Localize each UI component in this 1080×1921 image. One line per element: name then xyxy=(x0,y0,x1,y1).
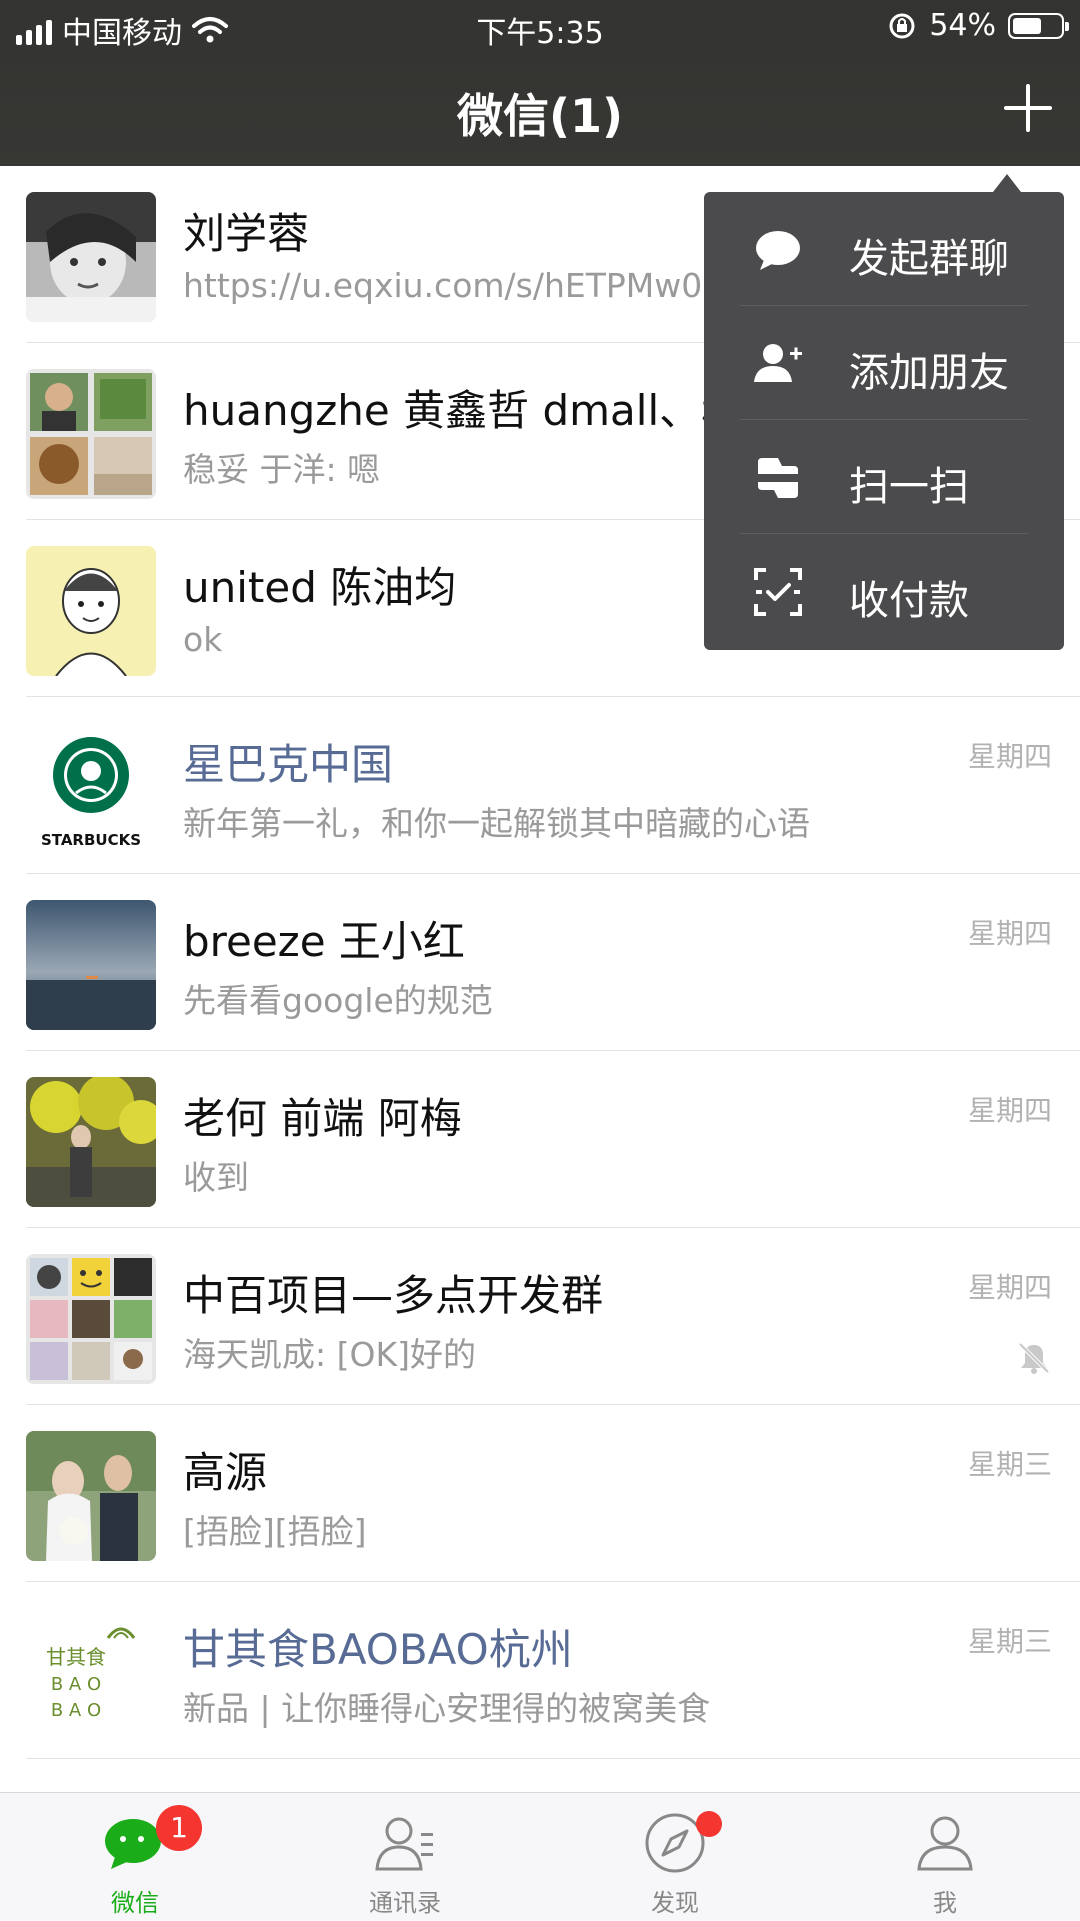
chat-name: huangzhe 黄鑫哲 dmall、稳 xyxy=(183,386,744,435)
chat-row[interactable]: 中百项目—多点开发群 海天凯成: [OK]好的 星期四 xyxy=(0,1228,1080,1405)
menu-item-label: 扫一扫 xyxy=(849,464,969,510)
status-bar: 中国移动 下午5:35 54% xyxy=(0,0,1080,54)
avatar xyxy=(26,900,156,1030)
status-right: 54% xyxy=(887,8,1069,43)
chat-name: 甘其食BAOBAO杭州 xyxy=(183,1625,573,1674)
plus-icon[interactable] xyxy=(996,76,1060,140)
chat-time: 星期四 xyxy=(967,740,1052,773)
scan-icon xyxy=(758,458,798,498)
chat-row[interactable]: 高源 [捂脸][捂脸] 星期三 xyxy=(0,1405,1080,1582)
baobao-logo-line-3: B A O xyxy=(51,1700,101,1721)
add-menu: 发起群聊 添加朋友 扫一扫 收付款 xyxy=(704,192,1064,650)
starbucks-logo-text: STARBUCKS xyxy=(41,831,141,849)
chat-preview: 收到 xyxy=(183,1158,249,1197)
baobao-logo-line-1: 甘其食 xyxy=(46,1645,106,1669)
chat-preview: ok xyxy=(183,620,223,659)
menu-item-label: 添加朋友 xyxy=(849,350,1009,396)
avatar xyxy=(26,1431,156,1561)
chat-time: 星期三 xyxy=(967,1448,1052,1481)
chat-preview: 新品 | 让你睡得心安理得的被窝美食 xyxy=(183,1689,711,1728)
chat-time: 星期三 xyxy=(967,1625,1052,1658)
menu-arrow xyxy=(993,174,1021,192)
menu-item-label: 发起群聊 xyxy=(849,236,1009,282)
battery-icon xyxy=(1008,12,1069,39)
page-title: 微信(1) xyxy=(456,89,624,143)
tab-discover[interactable]: 发现 xyxy=(540,1793,810,1921)
chat-row[interactable]: 老何 前端 阿梅 收到 星期四 xyxy=(0,1051,1080,1228)
chat-bubble-icon xyxy=(756,231,800,270)
chat-row[interactable]: 甘其食 B A O B A O 甘其食BAOBAO杭州 新品 | 让你睡得心安理… xyxy=(0,1582,1080,1759)
tab-me[interactable]: 我 xyxy=(810,1793,1080,1921)
tab-contacts[interactable]: 通讯录 xyxy=(270,1793,540,1921)
navigation-bar: 中国移动 下午5:35 54% 微信(1) xyxy=(0,0,1080,166)
payment-icon xyxy=(754,568,802,616)
menu-item-label: 收付款 xyxy=(849,578,969,624)
chat-preview: 海天凯成: [OK]好的 xyxy=(183,1335,476,1374)
chat-time: 星期四 xyxy=(967,1271,1052,1304)
menu-item-payment[interactable]: 收付款 xyxy=(704,534,1064,647)
chat-name: breeze 王小红 xyxy=(183,917,465,966)
person-icon xyxy=(917,1816,973,1871)
chat-time: 星期四 xyxy=(967,917,1052,950)
tab-label: 发现 xyxy=(651,1889,699,1917)
group-avatar xyxy=(26,1254,156,1384)
chat-preview: 稳妥 于洋: 嗯 xyxy=(183,450,381,489)
new-dot xyxy=(696,1811,722,1837)
tab-bar: 1 微信 通讯录 发现 我 xyxy=(0,1792,1080,1921)
baobao-logo: 甘其食 B A O B A O xyxy=(26,1608,156,1738)
tab-chats[interactable]: 1 微信 xyxy=(0,1793,270,1921)
chat-row[interactable]: breeze 王小红 先看看google的规范 星期四 xyxy=(0,874,1080,1051)
add-friend-icon xyxy=(754,344,802,382)
tab-label: 通讯录 xyxy=(369,1889,441,1917)
menu-item-add-friend[interactable]: 添加朋友 xyxy=(704,306,1064,419)
chat-time: 星期四 xyxy=(967,1094,1052,1127)
starbucks-logo: STARBUCKS xyxy=(26,723,156,853)
chat-name: 星巴克中国 xyxy=(183,740,394,789)
chat-row[interactable]: STARBUCKS 星巴克中国 新年第一礼，和你一起解锁其中暗藏的心语 星期四 xyxy=(0,697,1080,874)
group-avatar xyxy=(26,369,156,499)
unread-badge: 1 xyxy=(156,1805,202,1851)
tab-label: 微信 xyxy=(111,1889,159,1917)
menu-item-scan[interactable]: 扫一扫 xyxy=(704,420,1064,533)
menu-item-group-chat[interactable]: 发起群聊 xyxy=(704,192,1064,305)
chat-name: 老何 前端 阿梅 xyxy=(183,1094,462,1143)
chat-preview: https://u.eqxiu.com/s/hETPMw0 xyxy=(183,266,703,305)
chat-preview: 新年第一礼，和你一起解锁其中暗藏的心语 xyxy=(183,804,810,843)
avatar xyxy=(26,546,156,676)
battery-percent: 54% xyxy=(929,8,996,43)
chat-name: united 陈油均 xyxy=(183,563,457,612)
chat-name: 高源 xyxy=(183,1448,268,1497)
mute-icon xyxy=(1018,1342,1050,1374)
chat-preview: 先看看google的规范 xyxy=(183,981,493,1020)
tab-label: 我 xyxy=(933,1889,957,1917)
chat-preview: [捂脸][捂脸] xyxy=(183,1512,367,1551)
baobao-logo-line-2: B A O xyxy=(51,1674,101,1695)
chat-name: 刘学蓉 xyxy=(183,209,310,258)
chat-name: 中百项目—多点开发群 xyxy=(183,1271,604,1320)
avatar xyxy=(26,1077,156,1207)
avatar xyxy=(26,192,156,322)
rotation-lock-icon xyxy=(889,13,915,38)
contacts-icon xyxy=(375,1817,433,1871)
